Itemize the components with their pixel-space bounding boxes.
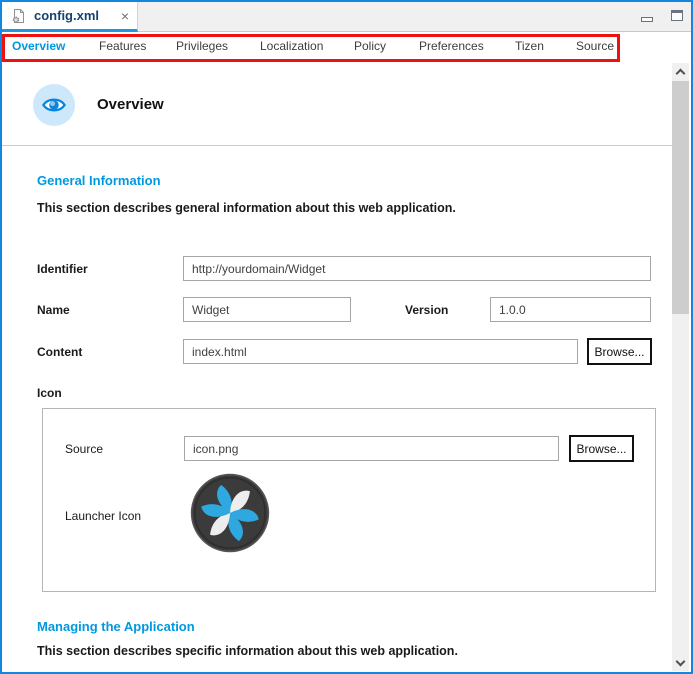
managing-application-heading: Managing the Application [37, 619, 195, 634]
tab-policy[interactable]: Policy [354, 39, 386, 53]
scrollbar-thumb[interactable] [672, 81, 689, 314]
maximize-icon[interactable] [671, 10, 683, 21]
vertical-scrollbar[interactable] [672, 63, 689, 671]
name-label: Name [37, 303, 70, 317]
version-label: Version [405, 303, 449, 317]
page-title: Overview [97, 96, 164, 113]
tab-source[interactable]: Source [576, 39, 614, 53]
overview-form-page: Overview General Information This sectio… [2, 62, 691, 672]
content-input[interactable] [183, 339, 578, 364]
chevron-up-icon [675, 68, 686, 78]
tab-privileges[interactable]: Privileges [176, 39, 228, 53]
general-information-heading: General Information [37, 173, 161, 188]
name-input[interactable] [183, 297, 351, 322]
eye-icon [41, 92, 67, 118]
tab-localization[interactable]: Localization [260, 39, 323, 53]
editor-tab-strip: config.xml × [2, 2, 691, 32]
icon-group-label: Icon [37, 386, 62, 400]
editor-window: config.xml × Overview Features Privilege… [0, 0, 693, 674]
editor-tab-config-xml[interactable]: config.xml × [2, 2, 138, 32]
managing-application-description: This section describes specific informat… [37, 644, 458, 658]
form-tab-bar: Overview Features Privileges Localizatio… [2, 32, 674, 62]
icon-source-browse-button[interactable]: Browse... [569, 435, 634, 462]
editor-tab-title: config.xml [34, 8, 100, 23]
icon-source-input[interactable] [184, 436, 559, 461]
header-divider [2, 145, 672, 146]
icon-source-label: Source [65, 442, 104, 456]
scroll-down-button[interactable] [672, 654, 689, 671]
xml-config-file-icon [11, 8, 27, 24]
content-browse-button[interactable]: Browse... [587, 338, 652, 365]
chevron-down-icon [675, 656, 686, 666]
tab-overview[interactable]: Overview [12, 39, 65, 53]
tab-tizen[interactable]: Tizen [515, 39, 544, 53]
tab-preferences[interactable]: Preferences [419, 39, 484, 53]
page-title-icon-badge [33, 84, 75, 126]
scroll-up-button[interactable] [672, 63, 689, 80]
identifier-input[interactable] [183, 256, 651, 281]
icon-groupbox: Source Browse... Launcher Icon [42, 408, 656, 592]
tab-features[interactable]: Features [99, 39, 146, 53]
tizen-pinwheel-icon [190, 473, 270, 553]
close-icon[interactable]: × [121, 9, 129, 23]
general-information-description: This section describes general informati… [37, 201, 456, 215]
version-input[interactable] [490, 297, 651, 322]
content-label: Content [37, 345, 83, 359]
identifier-label: Identifier [37, 262, 88, 276]
minimize-icon[interactable] [641, 17, 653, 22]
launcher-icon-label: Launcher Icon [65, 509, 142, 523]
